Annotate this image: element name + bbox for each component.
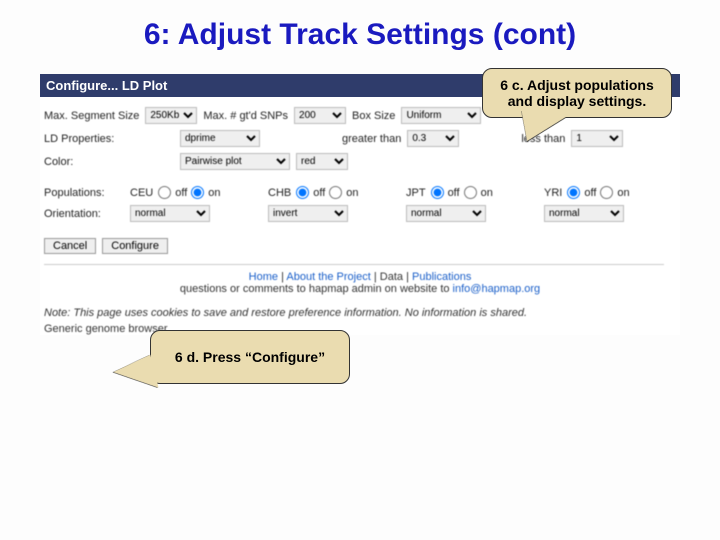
orient-yri-select[interactable]: normal	[544, 205, 624, 222]
row-ld-properties: LD Properties: dprime greater than 0.3 l…	[44, 130, 676, 147]
off-text: off	[584, 187, 596, 199]
box-size-label: Box Size	[352, 110, 395, 122]
pop-chb-label: CHB	[268, 187, 291, 199]
max-snps-label: Max. # gt'd SNPs	[203, 110, 288, 122]
pop-chb: CHB off on	[268, 186, 400, 199]
on-text: on	[208, 187, 220, 199]
max-segment-select[interactable]: 250Kb	[145, 107, 197, 124]
off-text: off	[448, 187, 460, 199]
pop-yri-label: YRI	[544, 187, 562, 199]
link-publications[interactable]: Publications	[412, 271, 471, 283]
jpt-on-radio[interactable]	[464, 186, 477, 199]
on-text: on	[346, 187, 358, 199]
row-buttons: Cancel Configure	[44, 238, 676, 254]
ld-properties-label: LD Properties:	[44, 133, 174, 145]
row-color: Color: Pairwise plot red	[44, 153, 676, 170]
contact-email[interactable]: info@hapmap.org	[453, 283, 541, 295]
color-scheme-select[interactable]: Pairwise plot	[180, 153, 290, 170]
contact-text: questions or comments to hapmap admin on…	[180, 283, 453, 295]
callout-6c: 6 c. Adjust populations and display sett…	[482, 68, 672, 118]
orient-jpt-select[interactable]: normal	[406, 205, 486, 222]
chb-off-radio[interactable]	[296, 186, 309, 199]
page-title: 6: Adjust Track Settings (cont)	[40, 18, 680, 52]
populations-label: Populations:	[44, 187, 124, 199]
max-snps-select[interactable]: 200	[294, 107, 346, 124]
footer-links: Home | About the Project | Data | Public…	[44, 271, 676, 283]
link-about[interactable]: About the Project	[286, 271, 370, 283]
orient-chb-select[interactable]: invert	[268, 205, 348, 222]
ceu-on-radio[interactable]	[191, 186, 204, 199]
on-text: on	[617, 187, 629, 199]
off-text: off	[175, 187, 187, 199]
ceu-off-radio[interactable]	[158, 186, 171, 199]
box-size-select[interactable]: Uniform	[401, 107, 481, 124]
callout-6d: 6 d. Press “Configure”	[150, 330, 350, 384]
jpt-off-radio[interactable]	[431, 186, 444, 199]
orient-ceu-select[interactable]: normal	[130, 205, 210, 222]
pop-jpt: JPT off on	[406, 186, 538, 199]
cancel-button[interactable]: Cancel	[44, 238, 96, 254]
gt-label: greater than	[342, 133, 401, 145]
footer-contact: questions or comments to hapmap admin on…	[44, 283, 676, 295]
pop-ceu: CEU off on	[130, 186, 262, 199]
footer-note: Note: This page uses cookies to save and…	[44, 307, 664, 319]
yri-on-radio[interactable]	[600, 186, 613, 199]
max-segment-label: Max. Segment Size	[44, 110, 139, 122]
ld-properties-select[interactable]: dprime	[180, 130, 260, 147]
pop-jpt-label: JPT	[406, 187, 426, 199]
link-data[interactable]: Data	[380, 271, 403, 283]
configure-button[interactable]: Configure	[102, 238, 168, 254]
color-label: Color:	[44, 156, 174, 168]
chb-on-radio[interactable]	[329, 186, 342, 199]
separator	[44, 264, 664, 265]
gt-select[interactable]: 0.3	[407, 130, 459, 147]
link-home[interactable]: Home	[249, 271, 278, 283]
on-text: on	[481, 187, 493, 199]
pop-ceu-label: CEU	[130, 187, 153, 199]
row-orientation: Orientation: normal invert normal normal	[44, 205, 676, 222]
color-palette-select[interactable]: red	[296, 153, 348, 170]
row-populations: Populations: CEU off on CHB off on	[44, 186, 676, 199]
orientation-label: Orientation:	[44, 208, 124, 220]
yri-off-radio[interactable]	[567, 186, 580, 199]
pop-yri: YRI off on	[544, 186, 676, 199]
lt-select[interactable]: 1	[571, 130, 623, 147]
footer-gb: Generic genome browser	[44, 323, 664, 335]
off-text: off	[313, 187, 325, 199]
